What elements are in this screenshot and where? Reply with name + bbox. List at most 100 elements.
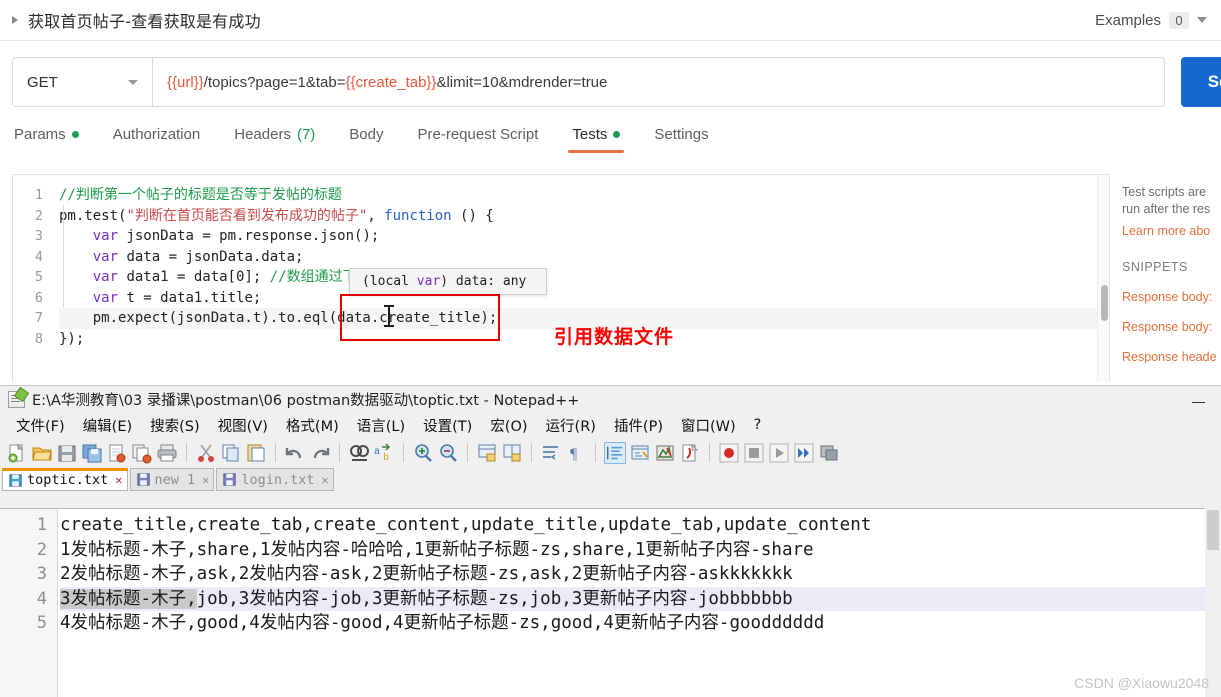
menu-item-3[interactable]: 视图(V) [209,413,277,438]
notepad-line[interactable]: create_title,create_tab,create_content,u… [60,513,1221,538]
find-icon[interactable] [348,442,370,464]
request-tab-0[interactable]: Params [14,126,79,153]
redo-icon[interactable] [309,442,331,464]
user-language-icon[interactable] [629,442,651,464]
chevron-down-icon[interactable] [1197,17,1207,23]
menu-item-11[interactable]: ? [745,415,771,435]
zoom-in-icon[interactable] [412,442,434,464]
cut-icon[interactable] [195,442,217,464]
close-icon[interactable]: ✕ [115,473,122,487]
notepad-line[interactable]: 3发帖标题-木子,job,3发帖内容-job,3更新帖子标题-zs,job,3更… [60,586,1221,611]
new-file-icon[interactable] [6,442,28,464]
stop-macro-icon[interactable] [743,442,765,464]
notepadpp-editor[interactable]: 1 2 3 4 5 create_title,create_tab,create_con… [0,508,1221,697]
close-icon[interactable]: ✕ [202,473,209,487]
file-tab-1[interactable]: new 1 ✕ [129,468,215,491]
notepad-line[interactable]: 1发帖标题-木子,share,1发帖内容-哈哈哈,1更新帖子标题-zs,shar… [60,538,1221,563]
word-wrap-icon[interactable] [540,442,562,464]
menu-item-4[interactable]: 格式(M) [277,413,348,438]
snippet-item[interactable]: Response body: [1122,290,1221,304]
request-tab-1[interactable]: Authorization [113,126,201,153]
request-tab-label: Params [14,126,66,143]
sync-vertical-icon[interactable] [476,442,498,464]
close-all-icon[interactable] [131,442,153,464]
code-token: //判断第一个帖子的标题是否等于发帖的标题 [59,187,342,203]
request-tab-2[interactable]: Headers (7) [234,126,315,153]
http-method-select[interactable]: GET [12,57,153,107]
code-line[interactable]: var data = jsonData.data; [59,247,1109,268]
print-icon[interactable] [156,442,178,464]
menu-item-6[interactable]: 设置(T) [414,413,481,438]
doc-map-icon[interactable] [654,442,676,464]
menu-item-0[interactable]: 文件(F) [7,413,74,438]
close-file-icon[interactable] [106,442,128,464]
menu-item-9[interactable]: 插件(P) [605,413,672,438]
request-tab-6[interactable]: Settings [654,126,708,153]
code-token: data = jsonData.data; [118,248,304,265]
menu-item-5[interactable]: 语言(L) [348,413,414,438]
save-icon[interactable] [56,442,78,464]
url-input[interactable]: {{url}}/topics?page=1&tab={{create_tab}}… [153,57,1165,107]
file-tab-0[interactable]: toptic.txt ✕ [2,468,128,491]
menu-item-8[interactable]: 运行(R) [537,413,605,438]
examples-group[interactable]: Examples 0 [1095,11,1207,29]
play-macro-icon[interactable] [768,442,790,464]
notepad-line[interactable]: 2发帖标题-木子,ask,2发帖内容-ask,2更新帖子标题-zs,ask,2更… [60,562,1221,587]
selected-text: 3发帖标题-木子, [60,588,197,609]
notepad-line-number: 3 [36,564,47,584]
run-multiple-icon[interactable] [793,442,815,464]
notepad-text-content[interactable]: create_title,create_tab,create_content,u… [60,509,1221,697]
request-tab-label: Pre-request Script [417,126,539,143]
code-token: var [92,269,119,285]
copy-icon[interactable] [220,442,242,464]
undo-icon[interactable] [284,442,306,464]
code-token: "判断在首页能否看到发布成功的帖子" [126,207,368,224]
minimize-icon[interactable] [1192,392,1205,406]
menu-item-7[interactable]: 宏(O) [481,413,536,438]
chevron-down-icon [128,79,138,85]
indent-guide-icon[interactable] [604,441,626,464]
code-line-number: 1 [34,187,43,203]
code-line[interactable]: pm.test("判断在首页能否看到发布成功的帖子", function () … [59,206,1109,227]
file-tab-2[interactable]: login.txt ✕ [216,468,334,491]
save-macro-icon[interactable] [818,442,840,464]
tests-code-editor[interactable]: 1 2 3 4 5 6 7 8 //判断第一个帖子的标题是否等于发帖的标题 pm.test("判… [12,174,1110,382]
help-line-2: run after the res [1122,202,1211,216]
request-tab-5[interactable]: Tests [568,126,625,153]
close-icon[interactable]: ✕ [322,473,329,487]
snippet-item[interactable]: Response body: [1122,320,1221,334]
menu-item-10[interactable]: 窗口(W) [672,413,745,438]
notepad-scrollbar[interactable] [1205,508,1221,697]
request-tab-4[interactable]: Pre-request Script [418,126,539,153]
notepad-line[interactable]: 4发帖标题-木子,good,4发帖内容-good,4更新帖子标题-zs,good… [60,611,1221,636]
send-button[interactable]: Send [1181,57,1221,107]
replace-icon[interactable]: ab [373,442,395,464]
open-file-icon[interactable] [31,442,53,464]
svg-text:b: b [383,452,389,464]
save-all-icon[interactable] [81,442,103,464]
show-symbol-icon[interactable]: ¶ [565,442,587,464]
code-line[interactable]: var jsonData = pm.response.json(); [59,226,1109,247]
menu-item-1[interactable]: 编辑(E) [74,413,141,438]
code-line[interactable]: //判断第一个帖子的标题是否等于发帖的标题 [59,185,1109,206]
sync-horizontal-icon[interactable] [501,442,523,464]
editor-scrollbar-thumb[interactable] [1101,285,1108,321]
paste-icon[interactable] [245,442,267,464]
function-list-icon[interactable] [679,442,701,464]
request-tab-3[interactable]: Body [349,126,383,153]
zoom-out-icon[interactable] [437,442,459,464]
expand-triangle-icon[interactable] [12,16,18,24]
examples-count-badge: 0 [1169,11,1189,29]
record-macro-icon[interactable] [718,442,740,464]
menu-item-2[interactable]: 搜索(S) [141,413,209,438]
notepad-scrollbar-thumb[interactable] [1207,510,1219,550]
learn-more-link[interactable]: Learn more abo [1122,224,1221,238]
snippet-item[interactable]: Response heade [1122,350,1221,364]
code-line[interactable]: var t = data1.title; [59,288,1109,309]
code-line-number: 2 [34,207,43,224]
code-line[interactable]: var data1 = data[0]; //数组通过下标取值，从0开始 [59,267,1109,288]
notepadpp-tabbar: toptic.txt ✕ new 1 ✕ login.txt ✕ [0,467,1221,491]
editor-scrollbar[interactable] [1097,175,1109,382]
